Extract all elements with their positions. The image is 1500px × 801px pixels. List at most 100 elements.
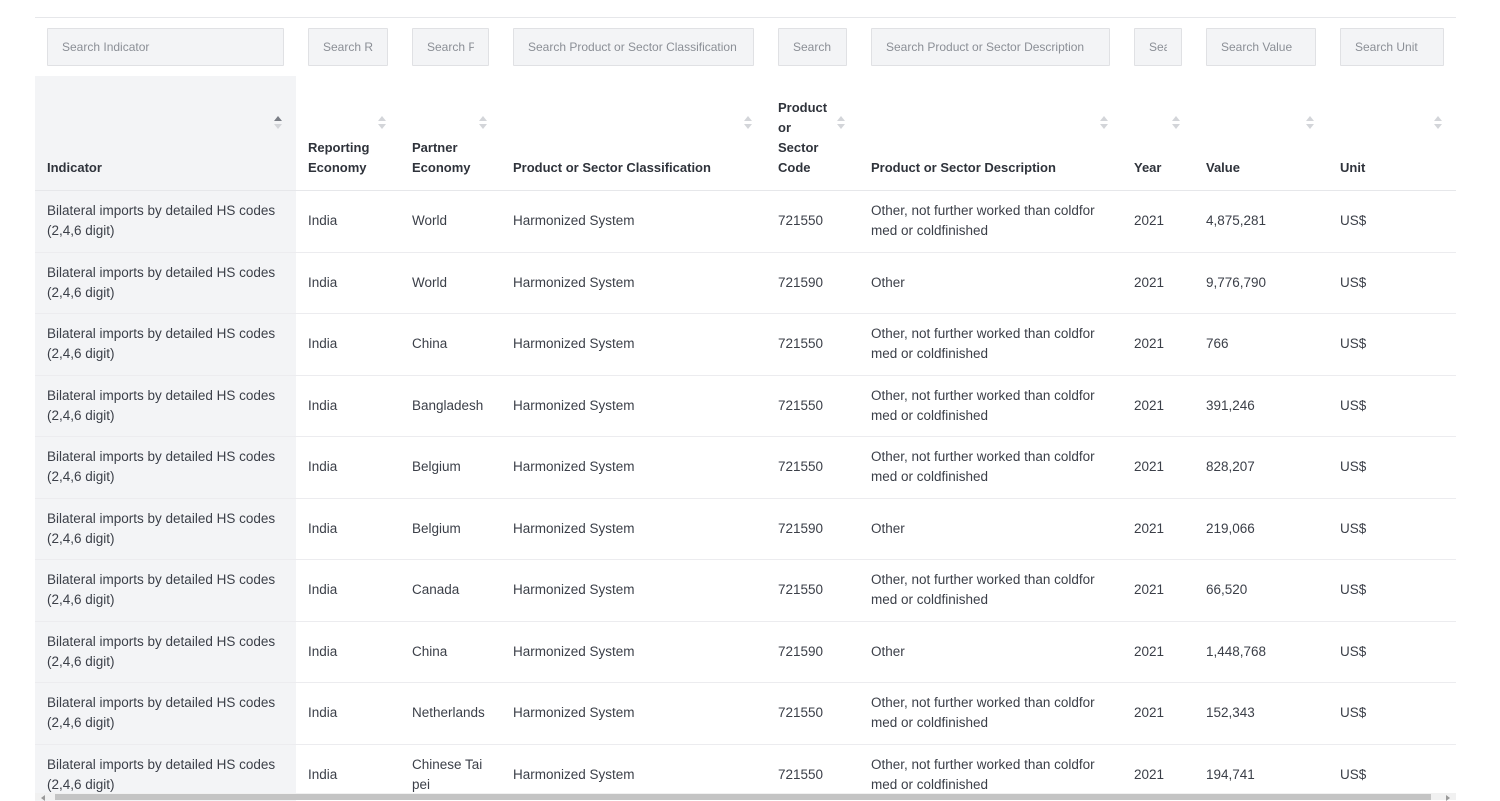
- cell-classification: Harmonized System: [501, 314, 766, 376]
- search-input-value[interactable]: [1206, 28, 1316, 66]
- table-row[interactable]: Bilateral imports by detailed HS codes (…: [35, 191, 1456, 253]
- cell-reporting-economy: India: [296, 375, 400, 437]
- column-header-unit[interactable]: Unit: [1328, 76, 1456, 191]
- search-input-classification[interactable]: [513, 28, 754, 66]
- search-cell-code: [766, 18, 859, 76]
- sort-icon[interactable]: [837, 116, 845, 136]
- cell-code: 721590: [766, 252, 859, 314]
- cell-indicator: Bilateral imports by detailed HS codes (…: [35, 437, 296, 499]
- cell-code: 721550: [766, 437, 859, 499]
- search-input-code[interactable]: [778, 28, 847, 66]
- cell-code: 721590: [766, 621, 859, 683]
- table-row[interactable]: Bilateral imports by detailed HS codes (…: [35, 560, 1456, 622]
- horizontal-scrollbar[interactable]: [35, 793, 1456, 800]
- column-header-partner-economy[interactable]: Partner Economy: [400, 76, 501, 191]
- table-row[interactable]: Bilateral imports by detailed HS codes (…: [35, 375, 1456, 437]
- column-header-year[interactable]: Year: [1122, 76, 1194, 191]
- search-input-unit[interactable]: [1340, 28, 1444, 66]
- cell-year: 2021: [1122, 191, 1194, 253]
- search-cell-classification: [501, 18, 766, 76]
- cell-partner-economy: China: [400, 314, 501, 376]
- cell-reporting-economy: India: [296, 498, 400, 560]
- cell-value: 1,448,768: [1194, 621, 1328, 683]
- column-header-label: Product or Sector Classification: [513, 158, 754, 178]
- cell-classification: Harmonized System: [501, 437, 766, 499]
- column-header-classification[interactable]: Product or Sector Classification: [501, 76, 766, 191]
- table-row[interactable]: Bilateral imports by detailed HS codes (…: [35, 683, 1456, 745]
- column-search-row: [35, 18, 1456, 76]
- column-header-code[interactable]: Product or Sector Code: [766, 76, 859, 191]
- table-row[interactable]: Bilateral imports by detailed HS codes (…: [35, 252, 1456, 314]
- cell-code: 721550: [766, 191, 859, 253]
- scroll-left-icon[interactable]: [41, 795, 45, 801]
- sort-icon[interactable]: [1306, 116, 1314, 136]
- cell-partner-economy: World: [400, 191, 501, 253]
- search-input-year[interactable]: [1134, 28, 1182, 66]
- cell-description: Other: [859, 252, 1122, 314]
- column-header-description[interactable]: Product or Sector Description: [859, 76, 1122, 191]
- cell-indicator: Bilateral imports by detailed HS codes (…: [35, 621, 296, 683]
- cell-value: 152,343: [1194, 683, 1328, 745]
- cell-value: 66,520: [1194, 560, 1328, 622]
- column-header-value[interactable]: Value: [1194, 76, 1328, 191]
- cell-partner-economy: Netherlands: [400, 683, 501, 745]
- cell-year: 2021: [1122, 621, 1194, 683]
- data-table: Indicator Reporting Economy Partner Econ…: [35, 18, 1456, 801]
- cell-description: Other, not further worked than coldfor m…: [859, 683, 1122, 745]
- column-header-label: Product or Sector Description: [871, 158, 1110, 178]
- cell-classification: Harmonized System: [501, 683, 766, 745]
- table-row[interactable]: Bilateral imports by detailed HS codes (…: [35, 314, 1456, 376]
- column-header-reporting-economy[interactable]: Reporting Economy: [296, 76, 400, 191]
- sort-icon[interactable]: [1100, 116, 1108, 136]
- sort-icon[interactable]: [744, 116, 752, 136]
- table-row[interactable]: Bilateral imports by detailed HS codes (…: [35, 437, 1456, 499]
- cell-classification: Harmonized System: [501, 621, 766, 683]
- search-input-partner-economy[interactable]: [412, 28, 489, 66]
- sort-icon[interactable]: [1172, 116, 1180, 136]
- sort-ascending-icon[interactable]: [274, 116, 282, 136]
- cell-partner-economy: Canada: [400, 560, 501, 622]
- cell-indicator: Bilateral imports by detailed HS codes (…: [35, 191, 296, 253]
- cell-partner-economy: Bangladesh: [400, 375, 501, 437]
- column-header-label: Partner Economy: [412, 138, 489, 178]
- sort-icon[interactable]: [378, 116, 386, 136]
- cell-classification: Harmonized System: [501, 375, 766, 437]
- column-header-label: Reporting Economy: [308, 138, 388, 178]
- column-header-label: Indicator: [47, 158, 284, 178]
- scrollbar-thumb[interactable]: [55, 794, 1431, 800]
- cell-unit: US$: [1328, 498, 1456, 560]
- cell-reporting-economy: India: [296, 621, 400, 683]
- cell-unit: US$: [1328, 621, 1456, 683]
- cell-indicator: Bilateral imports by detailed HS codes (…: [35, 683, 296, 745]
- column-header-indicator[interactable]: Indicator: [35, 76, 296, 191]
- search-cell-reporting-economy: [296, 18, 400, 76]
- search-cell-value: [1194, 18, 1328, 76]
- cell-partner-economy: Belgium: [400, 437, 501, 499]
- cell-classification: Harmonized System: [501, 498, 766, 560]
- sort-icon[interactable]: [1434, 116, 1442, 136]
- cell-value: 766: [1194, 314, 1328, 376]
- cell-classification: Harmonized System: [501, 252, 766, 314]
- table-row[interactable]: Bilateral imports by detailed HS codes (…: [35, 621, 1456, 683]
- column-header-label: Year: [1134, 158, 1182, 178]
- cell-year: 2021: [1122, 498, 1194, 560]
- cell-reporting-economy: India: [296, 252, 400, 314]
- cell-reporting-economy: India: [296, 191, 400, 253]
- cell-description: Other, not further worked than coldfor m…: [859, 314, 1122, 376]
- cell-unit: US$: [1328, 560, 1456, 622]
- sort-icon[interactable]: [479, 116, 487, 136]
- search-input-reporting-economy[interactable]: [308, 28, 388, 66]
- cell-code: 721550: [766, 375, 859, 437]
- search-input-description[interactable]: [871, 28, 1110, 66]
- scroll-right-icon[interactable]: [1446, 795, 1450, 801]
- column-header-label: Product or Sector Code: [778, 98, 847, 178]
- cell-reporting-economy: India: [296, 314, 400, 376]
- cell-reporting-economy: India: [296, 560, 400, 622]
- table-row[interactable]: Bilateral imports by detailed HS codes (…: [35, 498, 1456, 560]
- cell-partner-economy: World: [400, 252, 501, 314]
- cell-partner-economy: China: [400, 621, 501, 683]
- cell-description: Other, not further worked than coldfor m…: [859, 191, 1122, 253]
- cell-unit: US$: [1328, 437, 1456, 499]
- search-input-indicator[interactable]: [47, 28, 284, 66]
- search-cell-year: [1122, 18, 1194, 76]
